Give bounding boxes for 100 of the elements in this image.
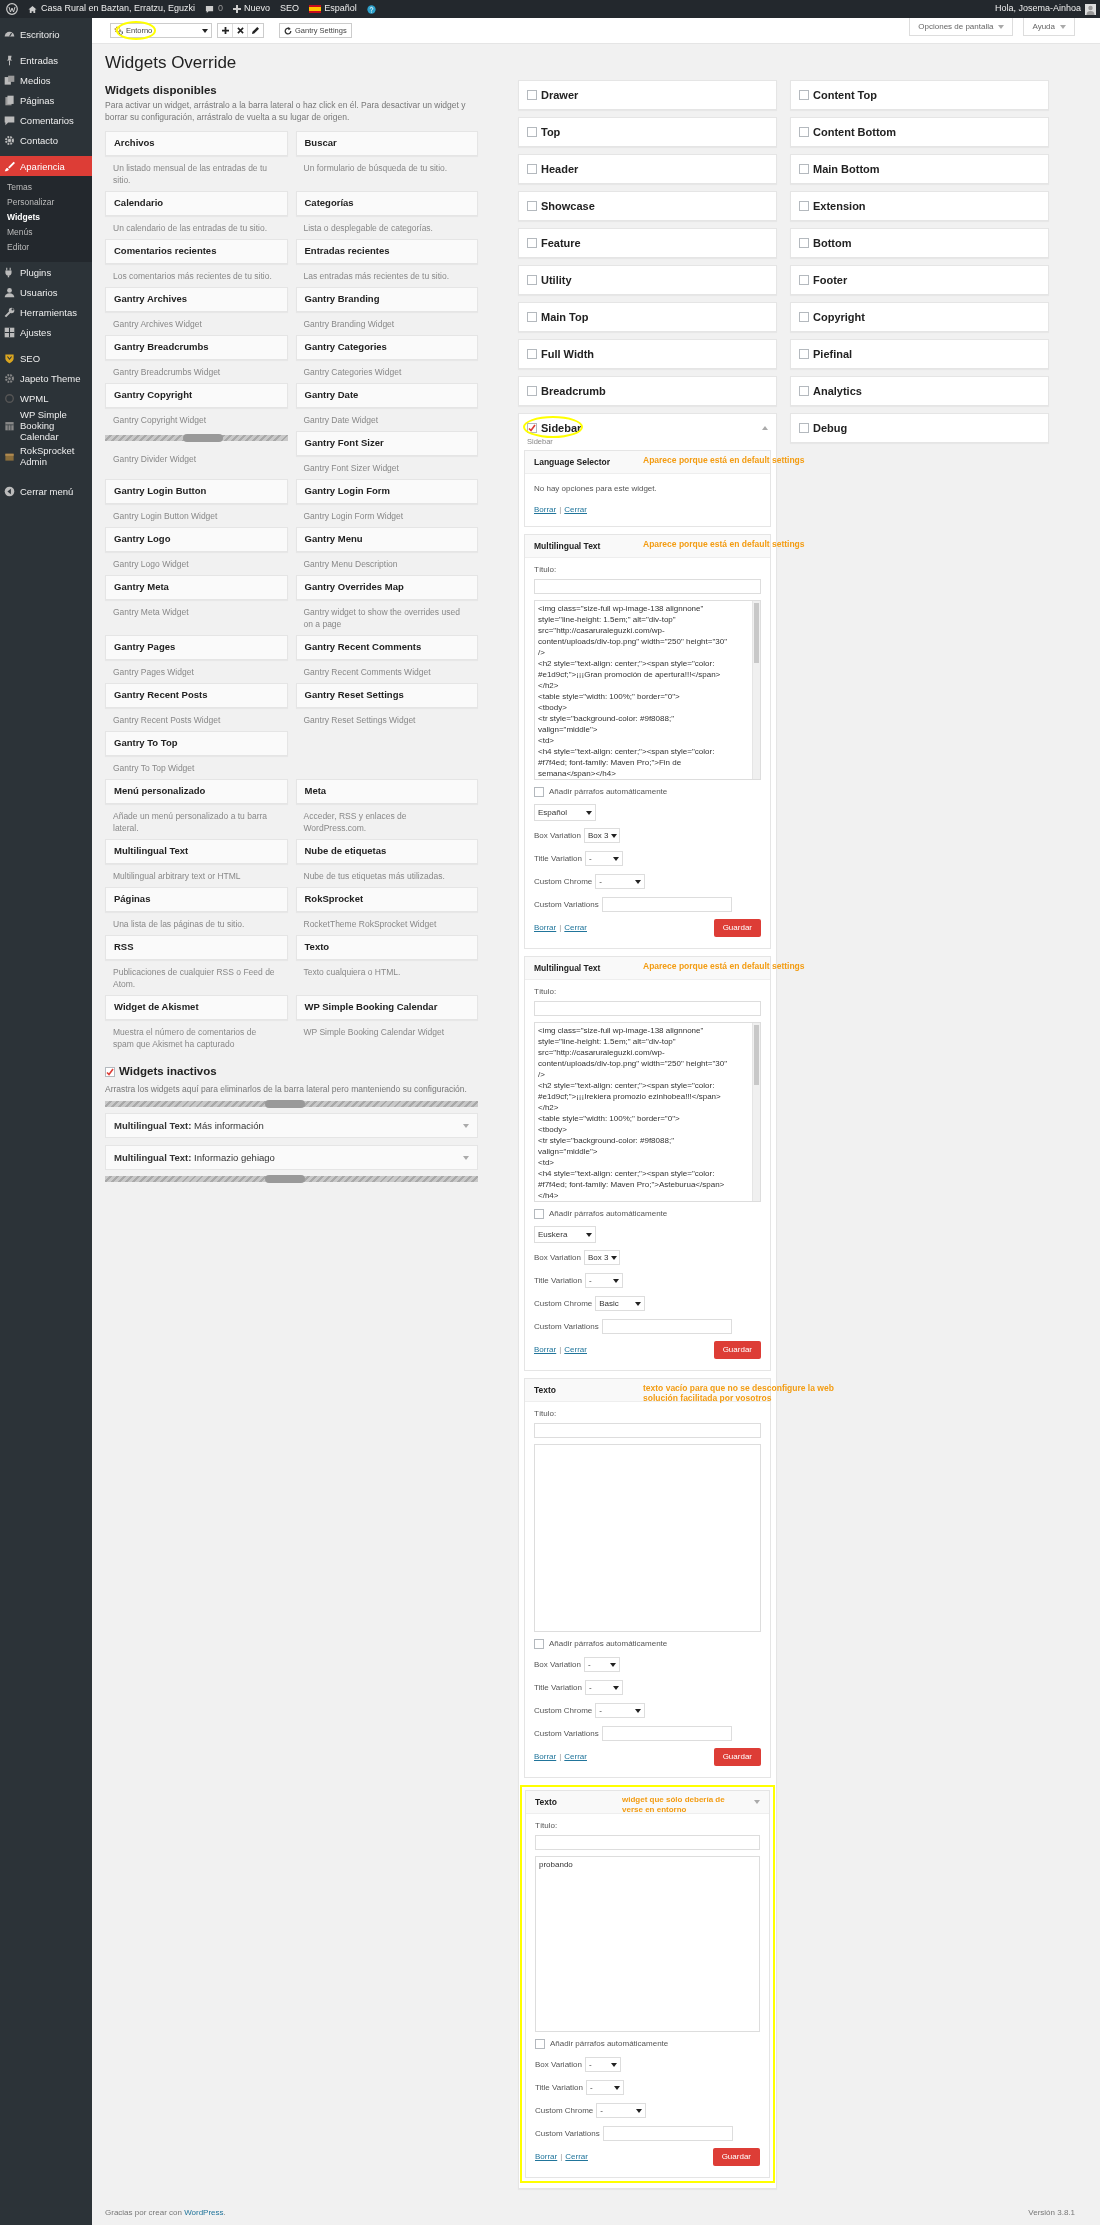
delete-link[interactable]: Borrar xyxy=(534,1344,557,1356)
widget-item[interactable]: Gantry Overrides Map xyxy=(295,575,478,600)
submenu-item[interactable]: Temas xyxy=(0,180,92,195)
delete-link[interactable]: Borrar xyxy=(534,922,557,934)
widget-item[interactable]: WP Simple Booking Calendar xyxy=(295,995,478,1020)
select-field[interactable]: - xyxy=(585,1680,624,1695)
checkbox[interactable] xyxy=(527,201,537,211)
widget-item[interactable]: Menú personalizado xyxy=(105,779,288,804)
widget-item[interactable]: Multilingual Text xyxy=(105,839,288,864)
menu-item[interactable]: Entradas xyxy=(0,50,92,70)
menu-item[interactable]: Páginas xyxy=(0,90,92,110)
menu-item[interactable]: WP Simple Booking Calendar xyxy=(0,408,92,443)
checkbox[interactable] xyxy=(527,423,537,433)
language-select[interactable]: Euskera xyxy=(534,1226,596,1243)
widget-item[interactable]: Gantry Logo xyxy=(105,527,288,552)
checkbox[interactable] xyxy=(527,312,537,322)
title-field[interactable] xyxy=(534,1423,761,1438)
sidebar-title[interactable]: Piefinal xyxy=(813,345,853,363)
select-field[interactable]: - xyxy=(595,874,646,889)
select-field[interactable]: Box 3 xyxy=(584,828,620,843)
sidebar-title[interactable]: Showcase xyxy=(541,197,595,215)
title-field[interactable] xyxy=(534,579,761,594)
select-field[interactable]: - xyxy=(596,2103,647,2118)
scrollbar[interactable] xyxy=(752,1023,760,1201)
site-link[interactable]: Casa Rural en Baztan, Erratzu, Eguzki xyxy=(28,2,196,16)
checkbox[interactable] xyxy=(799,238,809,248)
submenu-item[interactable]: Menús xyxy=(0,225,92,240)
title-field[interactable] xyxy=(535,1835,760,1850)
widget-item[interactable]: Nube de etiquetas xyxy=(295,839,478,864)
custom-variations-field[interactable] xyxy=(601,897,732,912)
checkbox[interactable] xyxy=(105,1066,115,1077)
submenu-item[interactable]: Personalizar xyxy=(0,195,92,210)
sidebar-title[interactable]: Breadcrumb xyxy=(541,382,606,400)
text-area[interactable]: probando xyxy=(535,1856,760,2032)
sidebar-title[interactable]: Debug xyxy=(813,419,848,437)
checkbox[interactable] xyxy=(799,386,809,396)
select-field[interactable]: - xyxy=(585,2057,621,2072)
custom-variations-field[interactable] xyxy=(601,1726,732,1741)
menu-item[interactable]: Medios xyxy=(0,70,92,90)
scrollbar[interactable] xyxy=(752,601,760,779)
checkbox[interactable] xyxy=(534,1639,544,1649)
widget-item[interactable]: Archivos xyxy=(105,131,288,156)
widget-item[interactable]: Texto xyxy=(295,935,478,960)
widget-item[interactable]: Widget de Akismet xyxy=(105,995,288,1020)
widget-item[interactable]: Gantry Categories xyxy=(295,335,478,360)
close-link[interactable]: Cerrar xyxy=(564,1751,587,1763)
widget-item[interactable]: Gantry Login Button xyxy=(105,479,288,504)
sidebar-title[interactable]: Bottom xyxy=(813,234,852,252)
checkbox[interactable] xyxy=(534,1209,544,1219)
menu-item[interactable]: Contacto xyxy=(0,130,92,150)
checkbox[interactable] xyxy=(799,90,809,100)
widget-item[interactable]: Gantry Menu xyxy=(295,527,478,552)
comments-link[interactable]: 0 xyxy=(205,2,224,16)
widget-item[interactable]: Gantry To Top xyxy=(105,731,288,756)
menu-item[interactable]: Comentarios xyxy=(0,110,92,130)
checkbox[interactable] xyxy=(527,349,537,359)
widget-item[interactable]: Gantry Reset Settings xyxy=(295,683,478,708)
save-button[interactable]: Guardar xyxy=(713,1748,761,1766)
text-area[interactable] xyxy=(534,1022,761,1202)
widget-item[interactable]: Gantry Font Sizer xyxy=(295,431,478,456)
submenu-item[interactable]: Widgets xyxy=(0,210,92,225)
menu-item[interactable]: Japeto Theme xyxy=(0,368,92,388)
checkbox[interactable] xyxy=(799,127,809,137)
language-link[interactable]: Español xyxy=(309,2,357,16)
wordpress-link[interactable]: WordPress xyxy=(184,2208,224,2217)
delete-link[interactable]: Borrar xyxy=(534,1751,557,1763)
text-area[interactable] xyxy=(534,600,761,780)
custom-variations-field[interactable] xyxy=(601,1319,732,1334)
checkbox[interactable] xyxy=(527,386,537,396)
checkbox[interactable] xyxy=(527,238,537,248)
widget-item[interactable]: Gantry Meta xyxy=(105,575,288,600)
sidebar-title[interactable]: Header xyxy=(541,160,579,178)
sidebar-title[interactable]: Footer xyxy=(813,271,848,289)
widget-item[interactable]: RSS xyxy=(105,935,288,960)
checkbox[interactable] xyxy=(534,787,544,797)
delete-link[interactable]: Borrar xyxy=(534,504,557,516)
seo-link[interactable]: SEO xyxy=(280,2,300,16)
menu-item[interactable]: SEO xyxy=(0,348,92,368)
checkbox[interactable] xyxy=(527,164,537,174)
checkbox[interactable] xyxy=(799,275,809,285)
select-field[interactable]: Box 3 xyxy=(584,1250,620,1265)
screen-options-tab[interactable]: Opciones de pantalla xyxy=(909,18,1014,36)
sidebar-title[interactable]: Copyright xyxy=(813,308,865,326)
custom-variations-field[interactable] xyxy=(602,2126,733,2141)
close-link[interactable]: Cerrar xyxy=(564,922,587,934)
widget-item[interactable]: Gantry Login Form xyxy=(295,479,478,504)
widget-item[interactable]: Gantry Branding xyxy=(295,287,478,312)
select-field[interactable]: - xyxy=(585,851,624,866)
widget-item[interactable]: Gantry Breadcrumbs xyxy=(105,335,288,360)
sidebar-title[interactable]: Top xyxy=(541,123,561,141)
help-icon[interactable] xyxy=(366,4,376,14)
menu-item[interactable]: WPML xyxy=(0,388,92,408)
sidebar-title[interactable]: Sidebar xyxy=(541,419,582,437)
account-link[interactable]: Hola, Josema-Ainhoa xyxy=(994,2,1096,16)
widget-item[interactable]: Entradas recientes xyxy=(295,239,478,264)
sidebar-title[interactable]: Main Top xyxy=(541,308,589,326)
menu-item[interactable]: Plugins xyxy=(0,262,92,282)
sidebar-title[interactable]: Content Top xyxy=(813,86,877,104)
sidebar-title[interactable]: Utility xyxy=(541,271,572,289)
widget-item[interactable]: Gantry Recent Comments xyxy=(295,635,478,660)
